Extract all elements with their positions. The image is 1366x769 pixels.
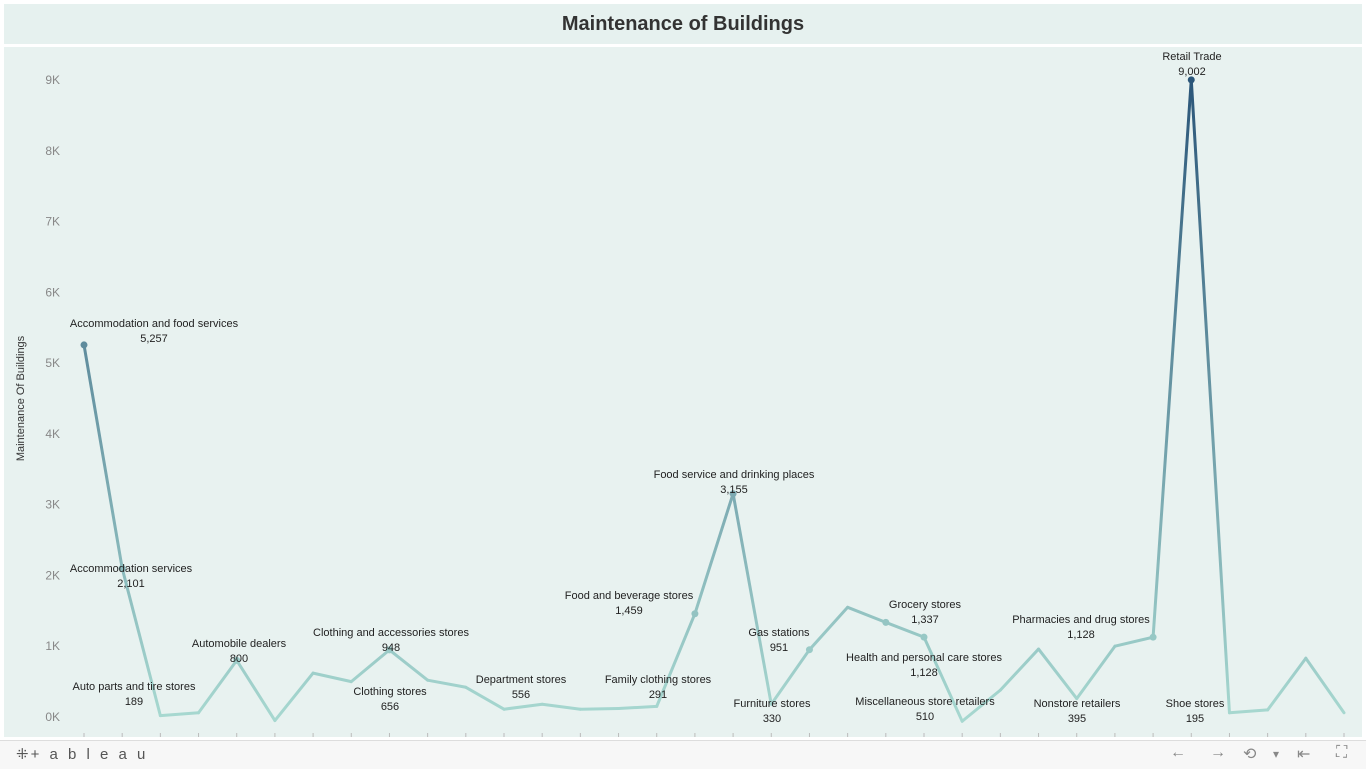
- data-label-name: Accommodation services: [70, 563, 193, 575]
- series-line-segment: [273, 671, 315, 723]
- data-label-value: 5,257: [140, 333, 168, 345]
- series-line-segment: [311, 671, 353, 684]
- data-label-name: Gas stations: [748, 627, 810, 639]
- series-line-segment: [1113, 635, 1155, 648]
- y-tick-label: 9K: [45, 73, 60, 87]
- data-label-name: Retail Trade: [1162, 51, 1221, 63]
- y-tick-label: 7K: [45, 215, 60, 229]
- chart-title: Maintenance of Buildings: [561, 12, 805, 35]
- data-label-name: Furniture stores: [733, 698, 811, 710]
- series-line-segment: [235, 658, 277, 723]
- y-axis-label: Maintenance Of Buildings: [15, 335, 27, 461]
- y-tick-label: 3K: [45, 498, 60, 512]
- tableau-logo-icon: ⁜: [16, 746, 29, 763]
- series-line-segment: [922, 635, 964, 723]
- data-label-name: Nonstore retailers: [1034, 698, 1121, 710]
- revert-icon[interactable]: ⟲: [1243, 744, 1256, 764]
- data-label-name: Miscellaneous store retailers: [855, 696, 995, 708]
- series-line-segment: [387, 648, 430, 682]
- chart-area: Maintenance Of Buildings 0K 1K 2K 3K 4K 5K 6K 7K…: [4, 47, 1362, 737]
- footer-toolbar: ⁜ + a b l e a u ← → ⟲ ▾ ⇤ ⛶: [0, 740, 1366, 769]
- data-label-value: 656: [381, 701, 399, 713]
- series-line-segment: [1266, 656, 1308, 712]
- series-line-segment: [578, 707, 621, 711]
- series-line-segment: [731, 492, 773, 706]
- data-label-name: Auto parts and tire stores: [73, 681, 196, 693]
- data-label-value: 330: [763, 713, 781, 725]
- series-line-segment: [846, 605, 888, 624]
- data-label-name: Accommodation and food services: [70, 318, 239, 330]
- reset-icon[interactable]: ⇤: [1297, 744, 1310, 764]
- data-label-value: 800: [230, 653, 248, 665]
- data-label-name: Food service and drinking places: [654, 469, 815, 481]
- data-label-value: 2,101: [117, 578, 145, 590]
- data-label-value: 291: [649, 689, 667, 701]
- line-chart[interactable]: Maintenance Of Buildings 0K 1K 2K 3K 4K 5K 6K 7K…: [4, 47, 1362, 737]
- data-label-value: 951: [770, 642, 788, 654]
- series-line-segment: [1037, 647, 1079, 701]
- series-line-segment: [807, 605, 850, 652]
- data-label-name: Health and personal care stores: [846, 652, 1002, 664]
- data-label-value: 9,002: [1178, 66, 1206, 78]
- data-label-value: 556: [512, 689, 530, 701]
- series-line-segment: [540, 702, 582, 711]
- data-label-name: Pharmacies and drug stores: [1012, 614, 1150, 626]
- data-label-name: Family clothing stores: [605, 674, 712, 686]
- series-line-segment: [1151, 78, 1193, 639]
- data-label-value: 395: [1068, 713, 1086, 725]
- data-label-value: 189: [125, 696, 143, 708]
- y-tick-label: 2K: [45, 568, 60, 582]
- data-label-value: 1,128: [910, 667, 938, 679]
- series-line-segment: [693, 492, 735, 616]
- fullscreen-icon[interactable]: ⛶: [1336, 744, 1347, 762]
- dropdown-icon[interactable]: ▾: [1273, 747, 1279, 761]
- data-point[interactable]: [882, 618, 890, 626]
- data-label-name: Grocery stores: [889, 599, 962, 611]
- data-point[interactable]: [805, 646, 813, 654]
- series-line-segment: [998, 647, 1041, 692]
- tableau-logo[interactable]: ⁜ + a b l e a u: [16, 745, 148, 763]
- data-label-name: Shoe stores: [1166, 698, 1225, 710]
- data-label-value: 1,128: [1067, 629, 1095, 641]
- y-tick-label: 5K: [45, 356, 60, 370]
- series-line-segment: [617, 704, 659, 711]
- data-label-value: 195: [1186, 713, 1204, 725]
- title-bar: Maintenance of Buildings: [4, 4, 1362, 44]
- brand-text: + a b l e a u: [30, 746, 149, 763]
- data-point[interactable]: [920, 633, 928, 641]
- y-tick-label: 0K: [45, 710, 60, 724]
- series-line-segment: [158, 711, 201, 718]
- series-line-segment: [82, 343, 124, 570]
- data-label-name: Automobile dealers: [192, 638, 287, 650]
- data-label-value: 510: [916, 711, 934, 723]
- series-line-segment: [1304, 656, 1346, 715]
- data-label-name: Department stores: [476, 674, 567, 686]
- series-line-segment: [197, 658, 239, 715]
- y-tick-label: 6K: [45, 285, 60, 299]
- series-line-segment: [426, 678, 468, 689]
- y-tick-label: 8K: [45, 144, 60, 158]
- series-line-segment: [1227, 708, 1270, 715]
- series-line-segment: [464, 685, 506, 711]
- data-label-name: Food and beverage stores: [565, 590, 694, 602]
- data-label-value: 1,337: [911, 614, 939, 626]
- data-point[interactable]: [691, 610, 699, 618]
- data-point[interactable]: [80, 341, 88, 349]
- y-tick-label: 4K: [45, 427, 60, 441]
- redo-icon[interactable]: →: [1210, 744, 1226, 762]
- series-line-segment: [1189, 78, 1231, 715]
- data-label-name: Clothing stores: [353, 686, 427, 698]
- data-label-name: Clothing and accessories stores: [313, 627, 469, 639]
- data-point[interactable]: [1149, 633, 1157, 641]
- series-line-segment: [120, 566, 162, 718]
- undo-icon[interactable]: ←: [1170, 744, 1186, 762]
- series-line-segment: [769, 648, 811, 706]
- y-tick-label: 1K: [45, 639, 60, 653]
- data-label-value: 948: [382, 642, 400, 654]
- series-line-segment: [502, 702, 544, 711]
- data-label-value: 3,155: [720, 484, 748, 496]
- series-line-segment: [1075, 644, 1117, 701]
- data-label-value: 1,459: [615, 605, 643, 617]
- series-line-segment: [349, 648, 391, 684]
